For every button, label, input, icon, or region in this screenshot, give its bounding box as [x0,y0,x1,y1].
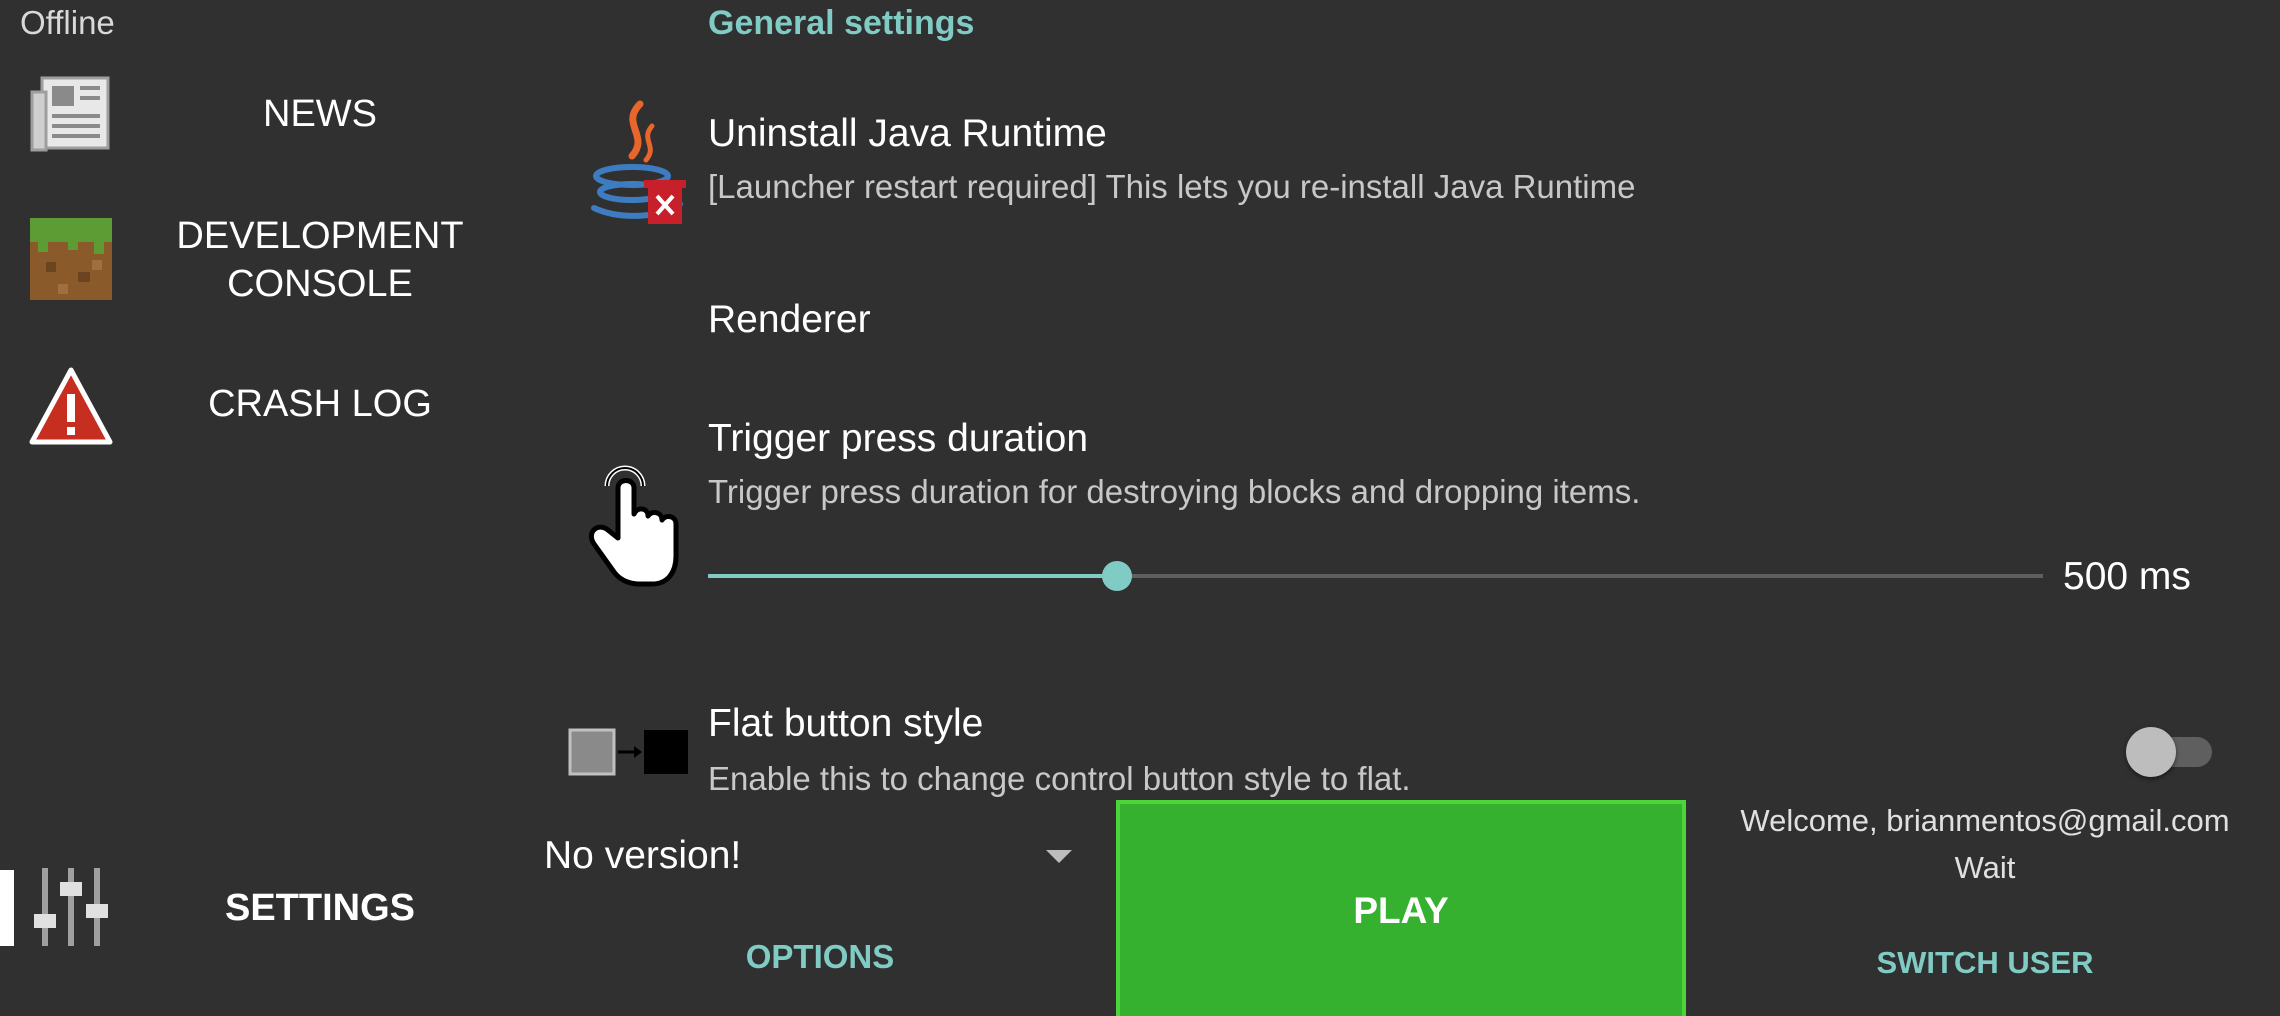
sliders-icon [28,864,114,950]
section-header: General settings [708,4,975,42]
newspaper-icon [28,70,114,156]
trigger-press-preference: Trigger press duration Trigger press dur… [560,405,2260,587]
sidebar-item-settings[interactable]: SETTINGS [0,860,520,956]
preference-summary: [Launcher restart required] This lets yo… [708,168,1636,205]
slider-value: 500 ms [2063,555,2191,598]
renderer-preference[interactable]: Renderer [560,280,2160,360]
preference-summary: Enable this to change control button sty… [708,760,1411,797]
sidebar-item-crash-log[interactable]: CRASH LOG [0,356,520,452]
button-style-icon [568,728,688,778]
preference-title: Flat button style [708,702,984,745]
hand-pointer-icon [580,460,680,590]
slider-thumb[interactable] [1101,561,1132,591]
sidebar-item-label: NEWS [263,93,377,135]
sidebar-item-development-console[interactable]: DEVELOPMENT CONSOLE [0,200,520,320]
welcome-text: Welcome, brianmentos@gmail.com [1740,803,2230,838]
uninstall-java-preference[interactable]: Uninstall Java Runtime [Launcher restart… [560,90,2160,240]
options-button[interactable]: OPTIONS [640,938,1000,976]
flat-button-toggle[interactable] [2126,727,2212,777]
preference-title: Renderer [708,298,871,341]
warning-icon [28,364,114,450]
play-label: PLAY [1353,890,1449,931]
preference-title: Uninstall Java Runtime [708,112,1107,155]
sidebar-item-news[interactable]: NEWS [0,66,520,162]
sidebar-item-label: CRASH LOG [208,383,432,425]
preference-title: Trigger press duration [708,417,1089,460]
trigger-duration-slider[interactable] [708,561,2043,591]
chevron-down-icon [1046,850,1072,863]
version-dropdown[interactable]: No version! [540,830,1080,882]
flat-button-preference[interactable]: Flat button style Enable this to change … [560,700,2260,810]
java-uninstall-icon [580,96,690,226]
switch-user-button[interactable]: SWITCH USER [1800,945,2170,981]
toggle-thumb [2126,727,2176,777]
preference-summary: Trigger press duration for destroying bl… [708,473,1641,510]
grass-block-icon [28,216,114,302]
play-button[interactable]: PLAY [1116,800,1686,1016]
status-wait-text: Wait [1954,850,2016,885]
connection-status: Offline [20,4,115,41]
slider-fill [708,574,1117,578]
version-selected-value: No version! [544,834,742,877]
sidebar-item-label: SETTINGS [224,887,416,929]
sidebar-item-label: DEVELOPMENT CONSOLE [176,215,464,305]
